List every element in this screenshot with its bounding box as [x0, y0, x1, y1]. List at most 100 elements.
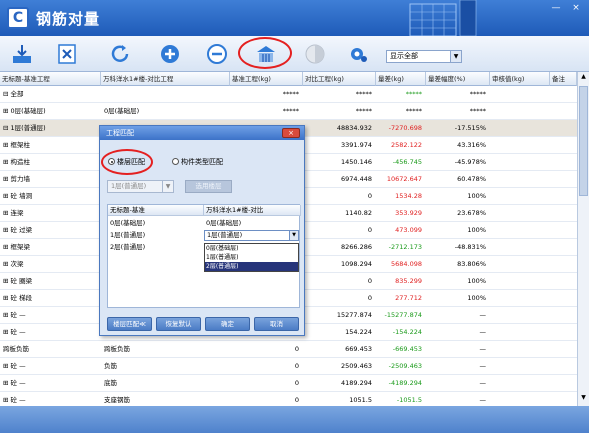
cell-pct: 100% — [467, 226, 486, 234]
cell-cmp: 3391.974 — [340, 141, 372, 149]
cell-cmp: 0 — [367, 226, 372, 234]
cell-base: ***** — [282, 90, 299, 98]
col-header-base-project[interactable]: 无标题-基准工程 — [0, 72, 101, 86]
cell-diff: 1534.28 — [395, 192, 422, 200]
cell-compare: 支座钢筋 — [104, 396, 130, 404]
cell-name: ⊞ 框架柱 — [3, 141, 31, 149]
cell-cmp: 8266.286 — [340, 243, 372, 251]
cell-cmp: ***** — [355, 90, 372, 98]
table-row[interactable]: 跨板负筋 跨板负筋 0 669.453 -669.453 — — [0, 341, 577, 358]
table-row[interactable]: ⊟ 全部 ***** ***** ***** ***** — [0, 86, 577, 103]
mapping-dropdown-list: 0层(基础层) 1层(普通层) 2层(普通层) — [204, 243, 299, 272]
restore-default-button[interactable]: 恢复默认 — [156, 317, 201, 331]
floor-match-toggle-button[interactable]: 楼层匹配≪ — [107, 317, 152, 331]
cell-name: ⊟ 全部 — [3, 90, 24, 98]
table-row[interactable]: ⊞ 砼 — 负筋 0 2509.463 -2509.463 — — [0, 358, 577, 375]
table-row[interactable]: ⊞ 砼 — 底筋 0 4189.294 -4189.294 — — [0, 375, 577, 392]
ok-button[interactable]: 确定 — [205, 317, 250, 331]
cell-pct: 83.806% — [457, 260, 486, 268]
cell-diff: -15277.874 — [384, 311, 423, 319]
expand-icon[interactable] — [158, 42, 182, 66]
refresh-icon[interactable] — [108, 42, 132, 66]
cell-pct: -45.978% — [454, 158, 486, 166]
dialog-close-button[interactable]: × — [282, 128, 300, 138]
collapse-icon[interactable] — [205, 42, 229, 66]
col-header-audit[interactable]: 审核值(kg) — [490, 72, 550, 86]
cell-name: ⊞ 剪力墙 — [3, 175, 31, 183]
cell-base: 0 — [294, 396, 299, 404]
import-icon[interactable] — [10, 42, 34, 66]
status-bar — [0, 406, 589, 433]
cell-diff: 5684.098 — [390, 260, 422, 268]
cell-cmp: 2509.463 — [340, 362, 372, 370]
col-header-base-kg[interactable]: 基准工程(kg) — [230, 72, 303, 86]
cell-pct: — — [479, 345, 487, 353]
cell-pct: — — [479, 328, 487, 336]
dropdown-option[interactable]: 0层(基础层) — [205, 244, 298, 253]
vertical-scrollbar[interactable]: ▲ ▼ — [577, 72, 589, 406]
settings-icon[interactable] — [346, 42, 370, 66]
cell-diff: -456.745 — [392, 158, 422, 166]
mapping-compare-cell[interactable]: 0层(基础层) — [204, 218, 241, 229]
cell-pct: ***** — [469, 107, 486, 115]
radio-type-match[interactable]: 构件类型匹配 — [172, 157, 223, 167]
minimize-button[interactable]: — — [548, 2, 564, 14]
dropdown-option[interactable]: 1层(普通层) — [205, 253, 298, 262]
cell-compare — [104, 86, 230, 103]
mapping-header-compare: 万科洋水1#楼-对比 — [204, 205, 301, 216]
export-excel-icon[interactable] — [55, 42, 79, 66]
cell-name: ⊞ 砼 — — [3, 396, 26, 404]
cell-pct: 60.478% — [457, 175, 486, 183]
cell-name: ⊞ 砼 — — [3, 328, 26, 336]
mapping-compare-dropdown[interactable]: 1层(普通层) ▼ — [204, 230, 299, 241]
cell-name: ⊞ 砼 — — [3, 362, 26, 370]
compare-icon[interactable] — [303, 42, 327, 66]
cell-pct: 43.316% — [457, 141, 486, 149]
building-banner-icon — [409, 0, 477, 36]
cell-diff: 277.712 — [395, 294, 422, 302]
scrollbar-thumb[interactable] — [579, 86, 588, 196]
cell-diff: -2712.173 — [388, 243, 422, 251]
scroll-down-icon[interactable]: ▼ — [579, 394, 588, 403]
chevron-down-icon[interactable]: ▼ — [289, 231, 298, 240]
floor-select[interactable]: 1层(普通层) ▼ — [107, 180, 174, 193]
cell-cmp: 154.224 — [345, 328, 372, 336]
apply-floor-button[interactable]: 选用楼层 — [185, 180, 232, 193]
chevron-down-icon[interactable]: ▼ — [450, 51, 461, 62]
dropdown-option-selected[interactable]: 2层(普通层) — [205, 262, 298, 271]
cell-name: ⊞ 0层(基础层) — [3, 107, 46, 115]
cell-base: ***** — [282, 107, 299, 115]
cell-cmp: 0 — [367, 294, 372, 302]
cell-cmp: 1140.82 — [345, 209, 372, 217]
mapping-base-cell: 1层(普通层) — [110, 231, 146, 239]
table-row[interactable]: ⊞ 砼 — 支座钢筋 0 1051.5 -1051.5 — — [0, 392, 577, 406]
close-window-button[interactable]: × — [568, 2, 584, 14]
table-row[interactable]: ⊞ 0层(基础层) 0层(基础层) ***** ***** ***** ***** — [0, 103, 577, 120]
cancel-button[interactable]: 取消 — [254, 317, 299, 331]
cell-pct: ***** — [469, 90, 486, 98]
cell-diff: 2582.122 — [390, 141, 422, 149]
display-filter-select[interactable]: 显示全部 ▼ — [386, 50, 462, 63]
cell-base: 0 — [294, 362, 299, 370]
col-header-diff-kg[interactable]: 量差(kg) — [376, 72, 426, 86]
col-header-note[interactable]: 备注 — [550, 72, 577, 86]
cell-name: ⊞ 构造柱 — [3, 158, 31, 166]
scroll-up-icon[interactable]: ▲ — [579, 73, 588, 82]
cell-diff: 473.099 — [395, 226, 422, 234]
mapping-base-cell: 2层(普通层) — [110, 243, 146, 251]
toolbar: 显示全部 ▼ — [0, 36, 589, 72]
cell-diff: ***** — [405, 90, 422, 98]
cell-name: ⊞ 框架梁 — [3, 243, 31, 251]
cell-name: ⊞ 砼 梯段 — [3, 294, 33, 302]
dialog-title-bar: 工程匹配 × — [100, 126, 304, 140]
col-header-compare-project[interactable]: 万科洋水1#楼-对比工程 — [101, 72, 230, 86]
cell-cmp: 1450.146 — [340, 158, 372, 166]
col-header-diff-pct[interactable]: 量差幅度(%) — [426, 72, 490, 86]
col-header-compare-kg[interactable]: 对比工程(kg) — [303, 72, 376, 86]
cell-pct: 100% — [467, 277, 486, 285]
cell-pct: — — [479, 379, 487, 387]
cell-cmp: 48834.932 — [336, 124, 372, 132]
cell-diff: 835.299 — [395, 277, 422, 285]
cell-cmp: 4189.294 — [340, 379, 372, 387]
cell-cmp: 6974.448 — [340, 175, 372, 183]
